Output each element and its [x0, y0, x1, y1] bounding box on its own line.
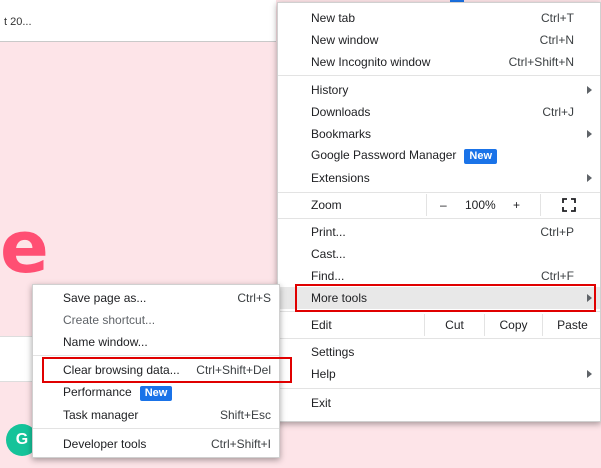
submenu-item-clear-browsing-data[interactable]: Clear browsing data... Ctrl+Shift+Del — [33, 359, 279, 381]
menu-item-more-tools[interactable]: More tools — [278, 287, 600, 309]
menu-divider — [278, 388, 600, 389]
menu-item-new-window[interactable]: New window Ctrl+N — [278, 29, 600, 51]
zoom-label: Zoom — [311, 198, 342, 212]
submenu-arrow-icon — [587, 86, 592, 94]
menu-item-bookmarks[interactable]: Bookmarks — [278, 123, 600, 145]
menu-item-new-incognito-window[interactable]: New Incognito window Ctrl+Shift+N — [278, 51, 600, 73]
menu-item-exit[interactable]: Exit — [278, 392, 600, 414]
menu-item-label: Exit — [311, 396, 332, 410]
performance-label: Performance — [63, 385, 132, 399]
menu-item-label: Google Password Manager New — [311, 148, 498, 164]
menu-item-label: Settings — [311, 345, 355, 359]
menu-divider — [278, 192, 600, 193]
menu-item-label: Cast... — [311, 247, 346, 261]
menu-item-label: Help — [311, 367, 336, 381]
menu-item-label: Developer tools — [63, 437, 147, 451]
menu-divider — [33, 355, 279, 356]
menu-item-label: Save page as... — [63, 291, 147, 305]
menu-item-label: Clear browsing data... — [63, 363, 180, 377]
more-tools-submenu: Save page as... Ctrl+S Create shortcut..… — [32, 284, 280, 458]
menu-item-extensions[interactable]: Extensions — [278, 167, 600, 189]
submenu-arrow-icon — [587, 174, 592, 182]
submenu-item-developer-tools[interactable]: Developer tools Ctrl+Shift+I — [33, 433, 279, 455]
zoom-divider — [426, 194, 427, 216]
menu-item-label: Task manager — [63, 408, 139, 422]
new-badge: New — [139, 386, 173, 401]
zoom-in-button[interactable]: + — [513, 198, 520, 212]
menu-item-label: History — [311, 83, 349, 97]
submenu-arrow-icon — [587, 370, 592, 378]
menu-item-shortcut: Ctrl+Shift+N — [508, 55, 574, 69]
menu-item-label: Name window... — [63, 335, 148, 349]
zoom-level: 100% — [465, 198, 496, 212]
chrome-main-menu: New tab Ctrl+T New window Ctrl+N New Inc… — [277, 2, 601, 422]
menu-item-shortcut: Ctrl+F — [541, 269, 574, 283]
submenu-item-task-manager[interactable]: Task manager Shift+Esc — [33, 404, 279, 426]
submenu-item-save-page[interactable]: Save page as... Ctrl+S — [33, 287, 279, 309]
menu-item-edit: Edit Cut Copy Paste — [278, 314, 600, 336]
menu-item-shortcut: Ctrl+J — [542, 105, 574, 119]
menu-divider — [278, 338, 600, 339]
page-logo-letter: e — [0, 205, 49, 289]
menu-item-shortcut: Ctrl+N — [539, 33, 574, 47]
menu-item-label: More tools — [311, 291, 368, 305]
menu-item-shortcut: Ctrl+S — [237, 291, 271, 305]
zoom-out-button[interactable]: – — [440, 198, 447, 212]
submenu-arrow-icon — [587, 294, 592, 302]
menu-item-label: Find... — [311, 269, 345, 283]
new-badge: New — [464, 149, 498, 164]
menu-item-zoom: Zoom – 100% + — [278, 194, 600, 216]
menu-item-help[interactable]: Help — [278, 363, 600, 385]
menu-item-downloads[interactable]: Downloads Ctrl+J — [278, 101, 600, 123]
menu-item-new-tab[interactable]: New tab Ctrl+T — [278, 7, 600, 29]
menu-divider — [278, 75, 600, 76]
copy-button[interactable]: Copy — [484, 314, 542, 336]
menu-item-shortcut: Shift+Esc — [219, 408, 271, 422]
menu-item-history[interactable]: History — [278, 79, 600, 101]
menu-divider — [33, 428, 279, 429]
tab-title-fragment: t 20... — [4, 16, 32, 28]
submenu-item-create-shortcut[interactable]: Create shortcut... — [33, 309, 279, 331]
menu-divider — [278, 311, 600, 312]
cut-button[interactable]: Cut — [424, 314, 484, 336]
menu-divider — [278, 218, 600, 219]
menu-item-shortcut: Ctrl+T — [541, 11, 574, 25]
menu-item-label: Extensions — [311, 171, 370, 185]
menu-item-label: Downloads — [311, 105, 371, 119]
menu-item-label: New Incognito window — [311, 55, 431, 69]
submenu-item-name-window[interactable]: Name window... — [33, 331, 279, 353]
menu-item-settings[interactable]: Settings — [278, 341, 600, 363]
menu-item-shortcut: Ctrl+Shift+I — [210, 437, 271, 451]
fullscreen-icon[interactable] — [562, 198, 576, 212]
edit-label: Edit — [311, 318, 332, 332]
submenu-arrow-icon — [587, 130, 592, 138]
menu-item-label: Create shortcut... — [63, 313, 156, 327]
browser-tab-strip: t 20... — [0, 0, 276, 42]
menu-item-label: New window — [311, 33, 379, 47]
menu-item-password-manager[interactable]: Google Password Manager New — [278, 145, 600, 167]
menu-item-cast[interactable]: Cast... — [278, 243, 600, 265]
menu-item-label: Print... — [311, 225, 346, 239]
menu-item-label: New tab — [311, 11, 356, 25]
menu-item-label: Performance New — [63, 385, 173, 401]
password-manager-label: Google Password Manager — [311, 148, 457, 162]
submenu-item-performance[interactable]: Performance New — [33, 382, 279, 404]
menu-item-shortcut: Ctrl+P — [540, 225, 574, 239]
menu-item-shortcut: Ctrl+Shift+Del — [196, 363, 271, 377]
paste-button[interactable]: Paste — [542, 314, 601, 336]
menu-item-find[interactable]: Find... Ctrl+F — [278, 265, 600, 287]
menu-item-label: Bookmarks — [311, 127, 372, 141]
menu-item-print[interactable]: Print... Ctrl+P — [278, 221, 600, 243]
zoom-divider — [540, 194, 541, 216]
